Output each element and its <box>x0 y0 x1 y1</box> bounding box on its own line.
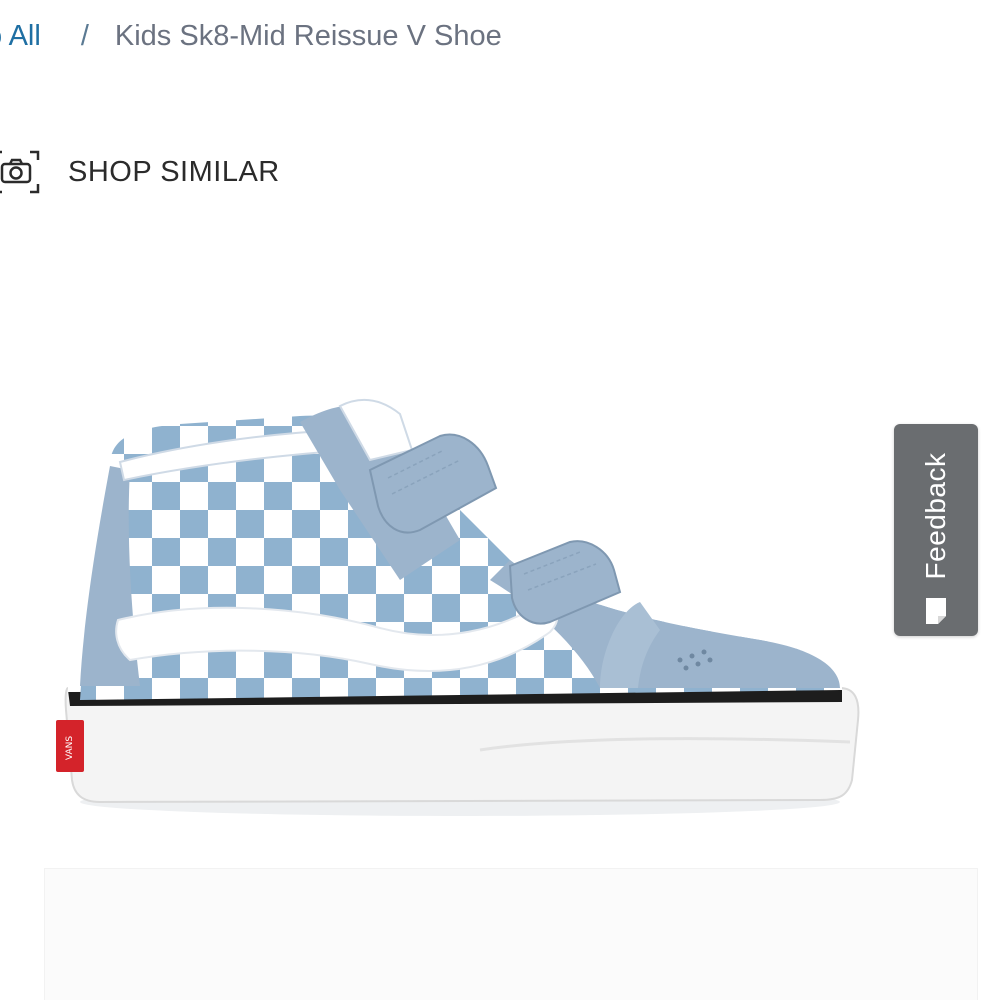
breadcrumb: o All / Kids Sk8-Mid Reissue V Shoe <box>0 14 502 58</box>
breadcrumb-separator: / <box>80 19 89 52</box>
product-page: o All / Kids Sk8-Mid Reissue V Shoe SHOP… <box>0 0 1000 1000</box>
product-image[interactable]: VANS <box>40 370 880 840</box>
feedback-icon <box>924 596 948 626</box>
breadcrumb-back-link[interactable]: o All <box>0 20 41 53</box>
svg-text:VANS: VANS <box>65 736 75 760</box>
feedback-tab[interactable]: Feedback <box>894 424 978 636</box>
shop-similar-button[interactable]: SHOP SIMILAR <box>0 146 280 198</box>
image-gallery-strip <box>44 868 978 1000</box>
feedback-label: Feedback <box>920 452 951 580</box>
breadcrumb-current-page: Kids Sk8-Mid Reissue V Shoe <box>114 19 502 52</box>
camera-scan-icon <box>0 148 40 196</box>
shop-similar-label: SHOP SIMILAR <box>68 155 280 188</box>
